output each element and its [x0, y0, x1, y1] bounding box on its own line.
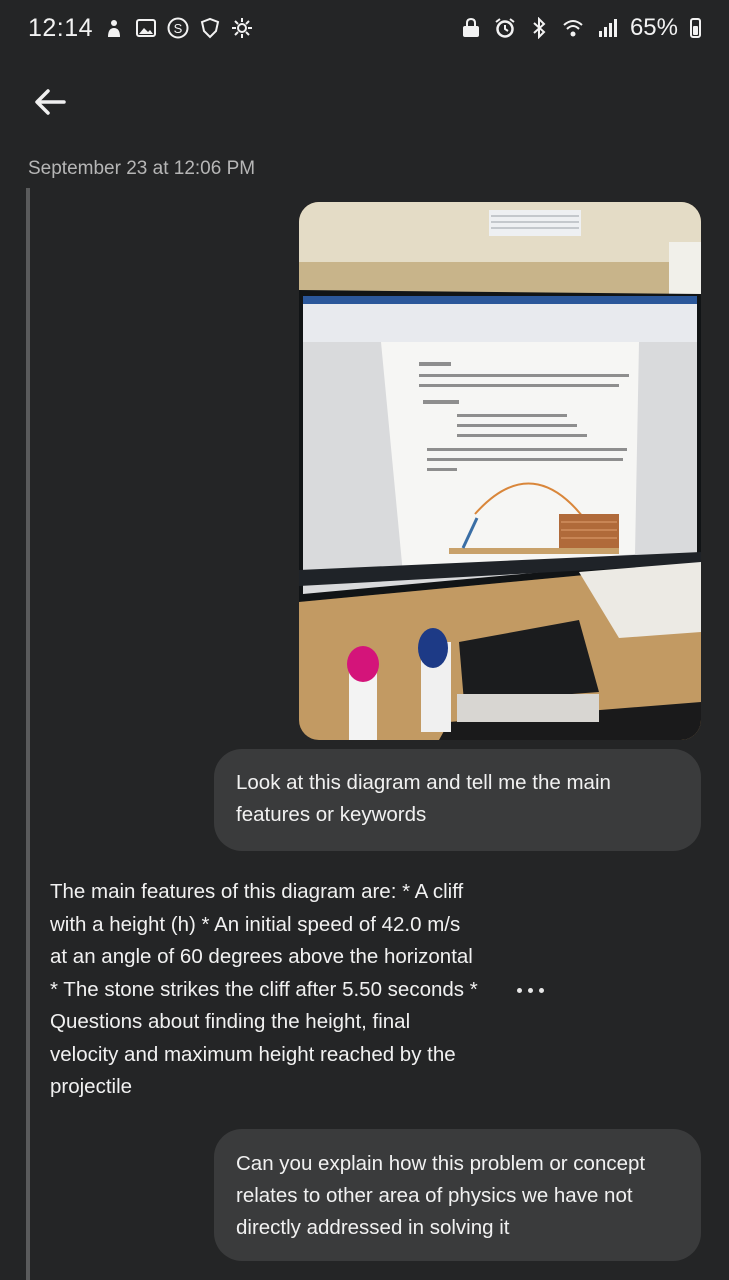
photo-of-monitor: [299, 202, 701, 740]
status-left: 12:14 S: [28, 14, 253, 43]
status-bar: 12:14 S 65%: [0, 0, 729, 56]
conversation-timestamp: September 23 at 12:06 PM: [28, 158, 256, 179]
wifi-icon: [562, 17, 584, 39]
more-options-button[interactable]: [506, 976, 554, 1004]
status-right: 65%: [460, 14, 701, 42]
s-badge-icon: S: [167, 17, 189, 39]
user-message-text-2: Can you explain how this problem or conc…: [236, 1152, 646, 1239]
more-dots-icon: [516, 987, 522, 993]
arrow-left-icon: [35, 89, 66, 115]
bluetooth-icon: [528, 17, 550, 39]
user-message-bubble-2[interactable]: Can you explain how this problem or conc…: [214, 1129, 701, 1261]
thread-line: [26, 188, 30, 1280]
settings-icon: [231, 17, 253, 39]
battery-icon: [690, 18, 701, 38]
hand-icon: [103, 17, 125, 39]
back-button[interactable]: [28, 80, 72, 124]
alarm-icon: [494, 17, 516, 39]
battery-percent: 65%: [629, 14, 678, 41]
svg-text:S: S: [174, 21, 183, 36]
gallery-icon: [135, 17, 157, 39]
user-message-bubble[interactable]: Look at this diagram and tell me the mai…: [214, 749, 701, 851]
assistant-message-text: The main features of this diagram are: *…: [50, 880, 478, 1098]
lock-icon: [460, 17, 482, 39]
signal-icon: [596, 17, 618, 39]
shield-icon: [199, 17, 221, 39]
assistant-message: The main features of this diagram are: *…: [50, 876, 482, 1104]
user-message-text: Look at this diagram and tell me the mai…: [236, 771, 611, 826]
attached-photo[interactable]: [299, 202, 701, 740]
status-time: 12:14: [28, 13, 94, 42]
